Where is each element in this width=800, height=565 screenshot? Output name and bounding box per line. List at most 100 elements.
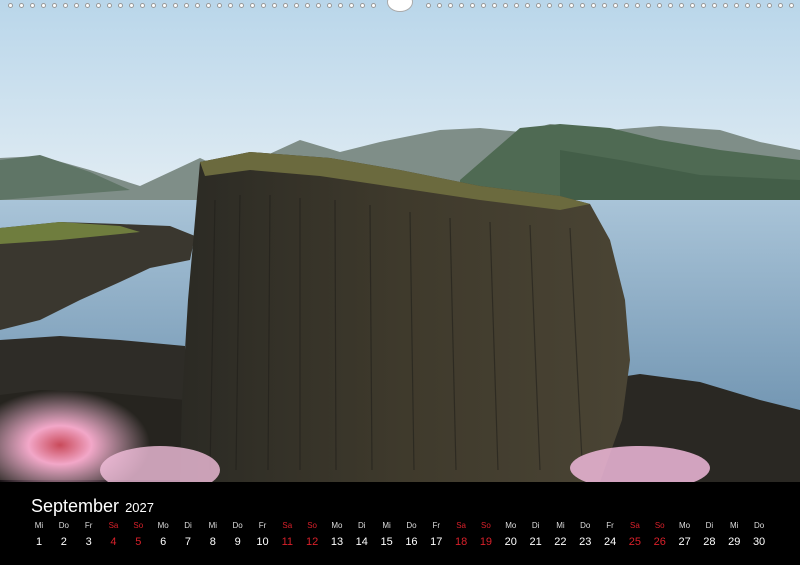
binding-hole [8,3,13,8]
day-number: 5 [135,536,142,548]
weekday-label: Mo [505,521,517,530]
weekday-label: Mi [382,521,391,530]
weekday-label: Mi [208,521,218,530]
binding-hole [448,3,453,8]
hanger-hook-icon [387,0,413,12]
year-label: 2027 [125,500,154,515]
binding-hole [778,3,783,8]
binding-hole [734,3,739,8]
binding-hole [52,3,57,8]
day-number: 1 [35,536,43,548]
weekday-label: Sa [282,521,293,530]
weekday-label: So [133,521,144,530]
binding-hole [272,3,277,8]
binding-hole [525,3,530,8]
binding-hole [338,3,343,8]
weekday-label: Mo [331,521,343,530]
binding-hole [360,3,365,8]
weekday-label: Mi [34,521,44,530]
day-number: 16 [405,536,418,548]
binding-hole [85,3,90,8]
binding-hole [151,3,156,8]
day-number: 22 [554,536,567,548]
spiral-binding [0,0,800,12]
weekday-label: Sa [456,521,466,530]
binding-hole [327,3,332,8]
binding-hole [195,3,200,8]
binding-hole [756,3,761,8]
weekday-label: So [307,521,318,530]
binding-hole [228,3,233,8]
day-number: 30 [752,536,766,548]
binding-hole [789,3,794,8]
binding-hole [514,3,519,8]
binding-hole [591,3,596,8]
binding-hole [646,3,651,8]
day-number: 8 [209,536,216,548]
binding-hole [701,3,706,8]
day-number: 4 [110,536,117,548]
basalt-rock-seascape-image [0,0,800,482]
weekday-label: Do [580,521,591,530]
binding-hole [657,3,662,8]
binding-hole [723,3,728,8]
days-row: Mi 1 Do 2 Fr 3 Sa 4 So 5 Mo 6 Di 7 Mi 8 Do 9 Fr 10 Sa 11 So 12 M… [27,521,781,561]
weekday-label: Mo [679,521,691,530]
binding-hole [349,3,354,8]
day-number: 23 [579,536,592,548]
weekday-label: Sa [630,521,640,530]
binding-hole [679,3,684,8]
day-number: 3 [85,536,92,548]
binding-hole [283,3,288,8]
binding-hole [261,3,266,8]
binding-hole [118,3,123,8]
day-number: 27 [678,536,691,548]
calendar-page: September 2027 Mi 1 Do 2 Fr 3 Sa 4 So 5 Mo 6 Di 7 Mi 8 Do… [0,0,800,565]
binding-hole [217,3,222,8]
day-number: 2 [60,536,67,548]
day-number: 24 [603,536,617,548]
day-number: 28 [703,536,716,548]
day-number: 25 [628,536,642,548]
weekday-label: Mi [730,521,739,530]
binding-hole [767,3,772,8]
day-number: 7 [184,536,192,548]
binding-hole [668,3,673,8]
binding-hole [558,3,563,8]
day-number: 20 [504,536,517,548]
binding-hole [250,3,255,8]
binding-hole [129,3,134,8]
landscape-photo [0,0,800,482]
binding-hole [690,3,695,8]
binding-hole [96,3,101,8]
binding-hole [294,3,299,8]
weekday-label: Di [531,521,540,530]
binding-hole [184,3,189,8]
weekday-label: Mi [556,521,565,530]
day-number: 6 [160,536,167,548]
day-number: 11 [281,536,293,548]
day-number: 29 [728,536,741,548]
day-number: 17 [430,536,443,548]
month-title: September 2027 [31,496,154,517]
weekday-label: Fr [84,521,93,530]
binding-hole [19,3,24,8]
weekday-label: Do [406,521,417,530]
binding-hole [206,3,211,8]
calendar-strip: September 2027 Mi 1 Do 2 Fr 3 Sa 4 So 5 Mo 6 Di 7 Mi 8 Do… [0,482,800,565]
weekday-label: Do [232,521,243,530]
weekday-label: Sa [108,521,119,530]
binding-hole [569,3,574,8]
weekday-label: Di [184,521,192,530]
binding-hole [547,3,552,8]
weekday-label: Fr [606,521,614,530]
binding-hole [459,3,464,8]
binding-hole [239,3,244,8]
weekday-label: Fr [258,521,267,530]
binding-hole [371,3,376,8]
day-number: 26 [653,536,666,548]
day-number: 9 [234,536,241,548]
weekday-label: Do [753,521,765,530]
binding-hole [437,3,442,8]
weekday-label: So [654,521,665,530]
